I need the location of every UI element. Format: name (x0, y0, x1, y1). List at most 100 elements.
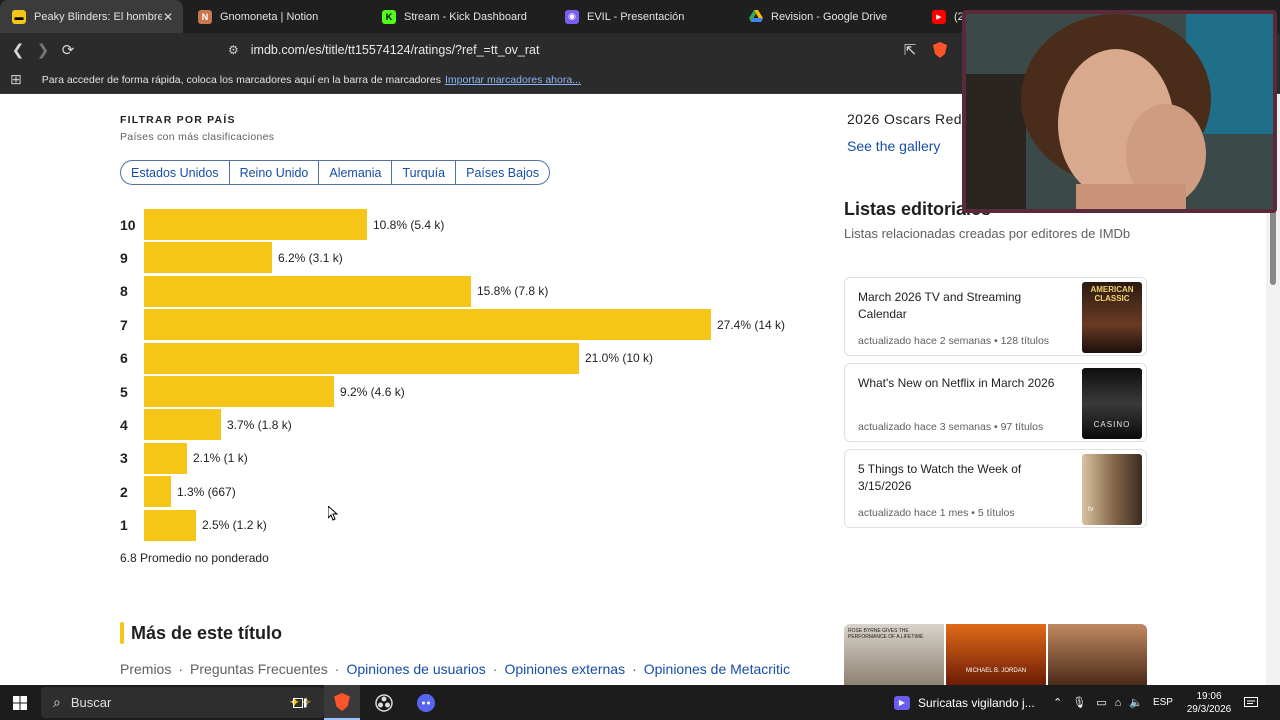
system-tray: ⌃ 🎙 ▭ ⌂ 🔈 ESP (1053, 685, 1173, 720)
taskbar-search-box[interactable]: ⌕ Buscar ✦✧ (41, 687, 324, 718)
apps-grid-icon[interactable]: ⊞ (10, 71, 22, 88)
rating-row-3: 3 2.1% (1 k) (120, 442, 248, 475)
rating-bar (144, 376, 334, 407)
chip-estados-unidos[interactable]: Estados Unidos (121, 161, 230, 184)
rating-value-label: 7 (120, 316, 128, 333)
bookmarks-hint: Para acceder de forma rápida, coloca los… (41, 73, 441, 86)
poster-thumbnail[interactable]: MICHAEL B. JORDAN (946, 624, 1046, 685)
rating-bar (144, 442, 187, 474)
country-filter-chips: Estados Unidos Reino Unido Alemania Turq… (120, 160, 551, 185)
tab-notion[interactable]: N Gnomoneta | Notion (198, 0, 368, 33)
video-app-icon: ▶ (894, 695, 910, 710)
see-gallery-link[interactable]: See the gallery (847, 138, 940, 154)
rating-bar (144, 509, 196, 541)
microphone-icon[interactable]: 🎙 (1072, 696, 1086, 709)
filter-subtitle: Países con más clasificaciones (120, 131, 275, 143)
list-title: What's New on Netflix in March 2026 (858, 376, 1055, 390)
windows-start-icon[interactable] (5, 685, 35, 720)
mouse-cursor-icon (328, 506, 338, 521)
poster-thumbnail[interactable] (1048, 624, 1147, 685)
link-preguntas-frecuentes[interactable]: Preguntas Frecuentes (190, 661, 328, 677)
list-meta: actualizado hace 2 semanas • 128 títulos (858, 335, 1050, 347)
tab-peaky-blinders[interactable]: ▬ Peaky Blinders: El hombre in ✕ (0, 0, 183, 33)
editorial-lists-subtitle: Listas relacionadas creadas por editores… (844, 226, 1131, 241)
task-view-icon[interactable] (288, 685, 312, 720)
separator-dot: · (178, 661, 184, 677)
chip-reino-unido[interactable]: Reino Unido (230, 161, 320, 184)
taskbar-discord-app[interactable] (408, 685, 444, 720)
rating-bar-label: 10.8% (5.4 k) (373, 217, 445, 232)
poster-caption: ROSE BYRNE GIVES THE PERFORMANCE OF A LI… (848, 628, 924, 640)
taskbar-obs-app[interactable] (366, 685, 402, 720)
link-opiniones-externas[interactable]: Opiniones externas (504, 661, 625, 677)
rating-bar-label: 1.3% (667) (177, 484, 236, 499)
tray-chevron-icon[interactable]: ⌃ (1053, 696, 1062, 709)
poster-thumbnail[interactable]: ROSE BYRNE GIVES THE PERFORMANCE OF A LI… (844, 624, 944, 685)
rating-value-label: 9 (120, 249, 128, 266)
list-title: 5 Things to Watch the Week of 3/15/2026 (858, 462, 1022, 493)
share-icon[interactable]: ⇱ (900, 40, 920, 60)
network-icon[interactable]: ⌂ (1115, 697, 1122, 709)
unweighted-average: 6.8 Promedio no ponderado (120, 551, 269, 565)
rating-row-8: 8 15.8% (7.8 k) (120, 275, 548, 308)
list-thumbnail: CASINO (1082, 368, 1142, 439)
webcam-person-image (966, 14, 1273, 209)
link-premios[interactable]: Premios (120, 661, 171, 677)
tab-drive[interactable]: Revision - Google Drive (749, 0, 919, 33)
poster-caption: MICHAEL B. JORDAN (965, 668, 1027, 674)
chip-paises-bajos[interactable]: Países Bajos (456, 161, 549, 184)
notifications-icon[interactable] (1244, 685, 1258, 720)
rating-bar-label: 6.2% (3.1 k) (278, 250, 343, 265)
address-bar[interactable]: ⚙ imdb.com/es/title/tt15574124/ratings/?… (188, 37, 958, 63)
brave-shield-icon[interactable] (930, 40, 950, 60)
drive-icon (749, 10, 763, 24)
rating-value-label: 10 (120, 216, 136, 233)
list-card[interactable]: March 2026 TV and Streaming Calendar act… (844, 277, 1147, 356)
rating-row-9: 9 6.2% (3.1 k) (120, 241, 343, 274)
battery-icon[interactable]: ▭ (1096, 696, 1106, 709)
rating-value-label: 1 (120, 517, 128, 534)
separator-dot: · (334, 661, 340, 677)
forward-arrow-icon[interactable]: ❯ (33, 40, 53, 60)
url-text: imdb.com/es/title/tt15574124/ratings/?re… (250, 43, 540, 57)
thumb-caption: tv (1088, 506, 1094, 513)
rating-bar-label: 21.0% (10 k) (585, 351, 654, 366)
close-tab-icon[interactable]: ✕ (163, 10, 173, 24)
list-card[interactable]: 5 Things to Watch the Week of 3/15/2026 … (844, 449, 1147, 528)
list-card[interactable]: What's New on Netflix in March 2026 actu… (844, 363, 1147, 442)
reload-icon[interactable]: ⟳ (58, 40, 78, 60)
import-bookmarks-link[interactable]: Importar marcadores ahora... (445, 74, 581, 86)
tab-evil[interactable]: ◉ EVIL - Presentación (565, 0, 735, 33)
notion-icon: N (198, 9, 212, 24)
media-title: Suricatas vigilando j... (918, 695, 1035, 710)
chip-turquia[interactable]: Turquía (392, 161, 457, 184)
link-opiniones-usuarios[interactable]: Opiniones de usuarios (346, 661, 485, 677)
webcam-overlay (962, 10, 1277, 213)
site-settings-icon[interactable]: ⚙ (228, 43, 239, 57)
rating-value-label: 5 (120, 383, 128, 400)
list-meta: actualizado hace 1 mes • 5 títulos (858, 507, 1015, 519)
rating-row-2: 2 1.3% (667) (120, 475, 236, 508)
tab-kick[interactable]: K Stream - Kick Dashboard (382, 0, 552, 33)
back-arrow-icon[interactable]: ❮ (8, 40, 28, 60)
clock-date: 29/3/2026 (1186, 703, 1232, 715)
media-widget[interactable]: ▶ Suricatas vigilando j... (894, 685, 1044, 720)
clock[interactable]: 19:06 29/3/2026 (1184, 685, 1234, 720)
link-opiniones-metacritic[interactable]: Opiniones de Metacritic (644, 661, 790, 677)
section-accent-bar (120, 622, 124, 644)
list-thumbnail: tv (1082, 454, 1142, 525)
list-meta: actualizado hace 3 semanas • 97 títulos (858, 421, 1044, 433)
tab-label: EVIL - Presentación (587, 10, 685, 23)
discord-icon (417, 693, 435, 712)
rating-row-5: 5 9.2% (4.6 k) (120, 375, 405, 408)
volume-icon[interactable]: 🔈 (1129, 696, 1143, 709)
more-links: Premios · Preguntas Frecuentes · Opinion… (120, 661, 790, 677)
list-thumbnail: AMERICAN CLASSIC (1082, 282, 1142, 353)
imdb-icon: ▬ (12, 9, 26, 24)
language-indicator[interactable]: ESP (1153, 697, 1173, 708)
section-title-text: Más de este título (131, 622, 283, 643)
rating-value-label: 8 (120, 283, 128, 300)
chip-alemania[interactable]: Alemania (319, 161, 393, 184)
oscars-gallery-title[interactable]: 2026 Oscars Red C (847, 111, 977, 127)
taskbar-brave-app[interactable] (324, 685, 360, 720)
